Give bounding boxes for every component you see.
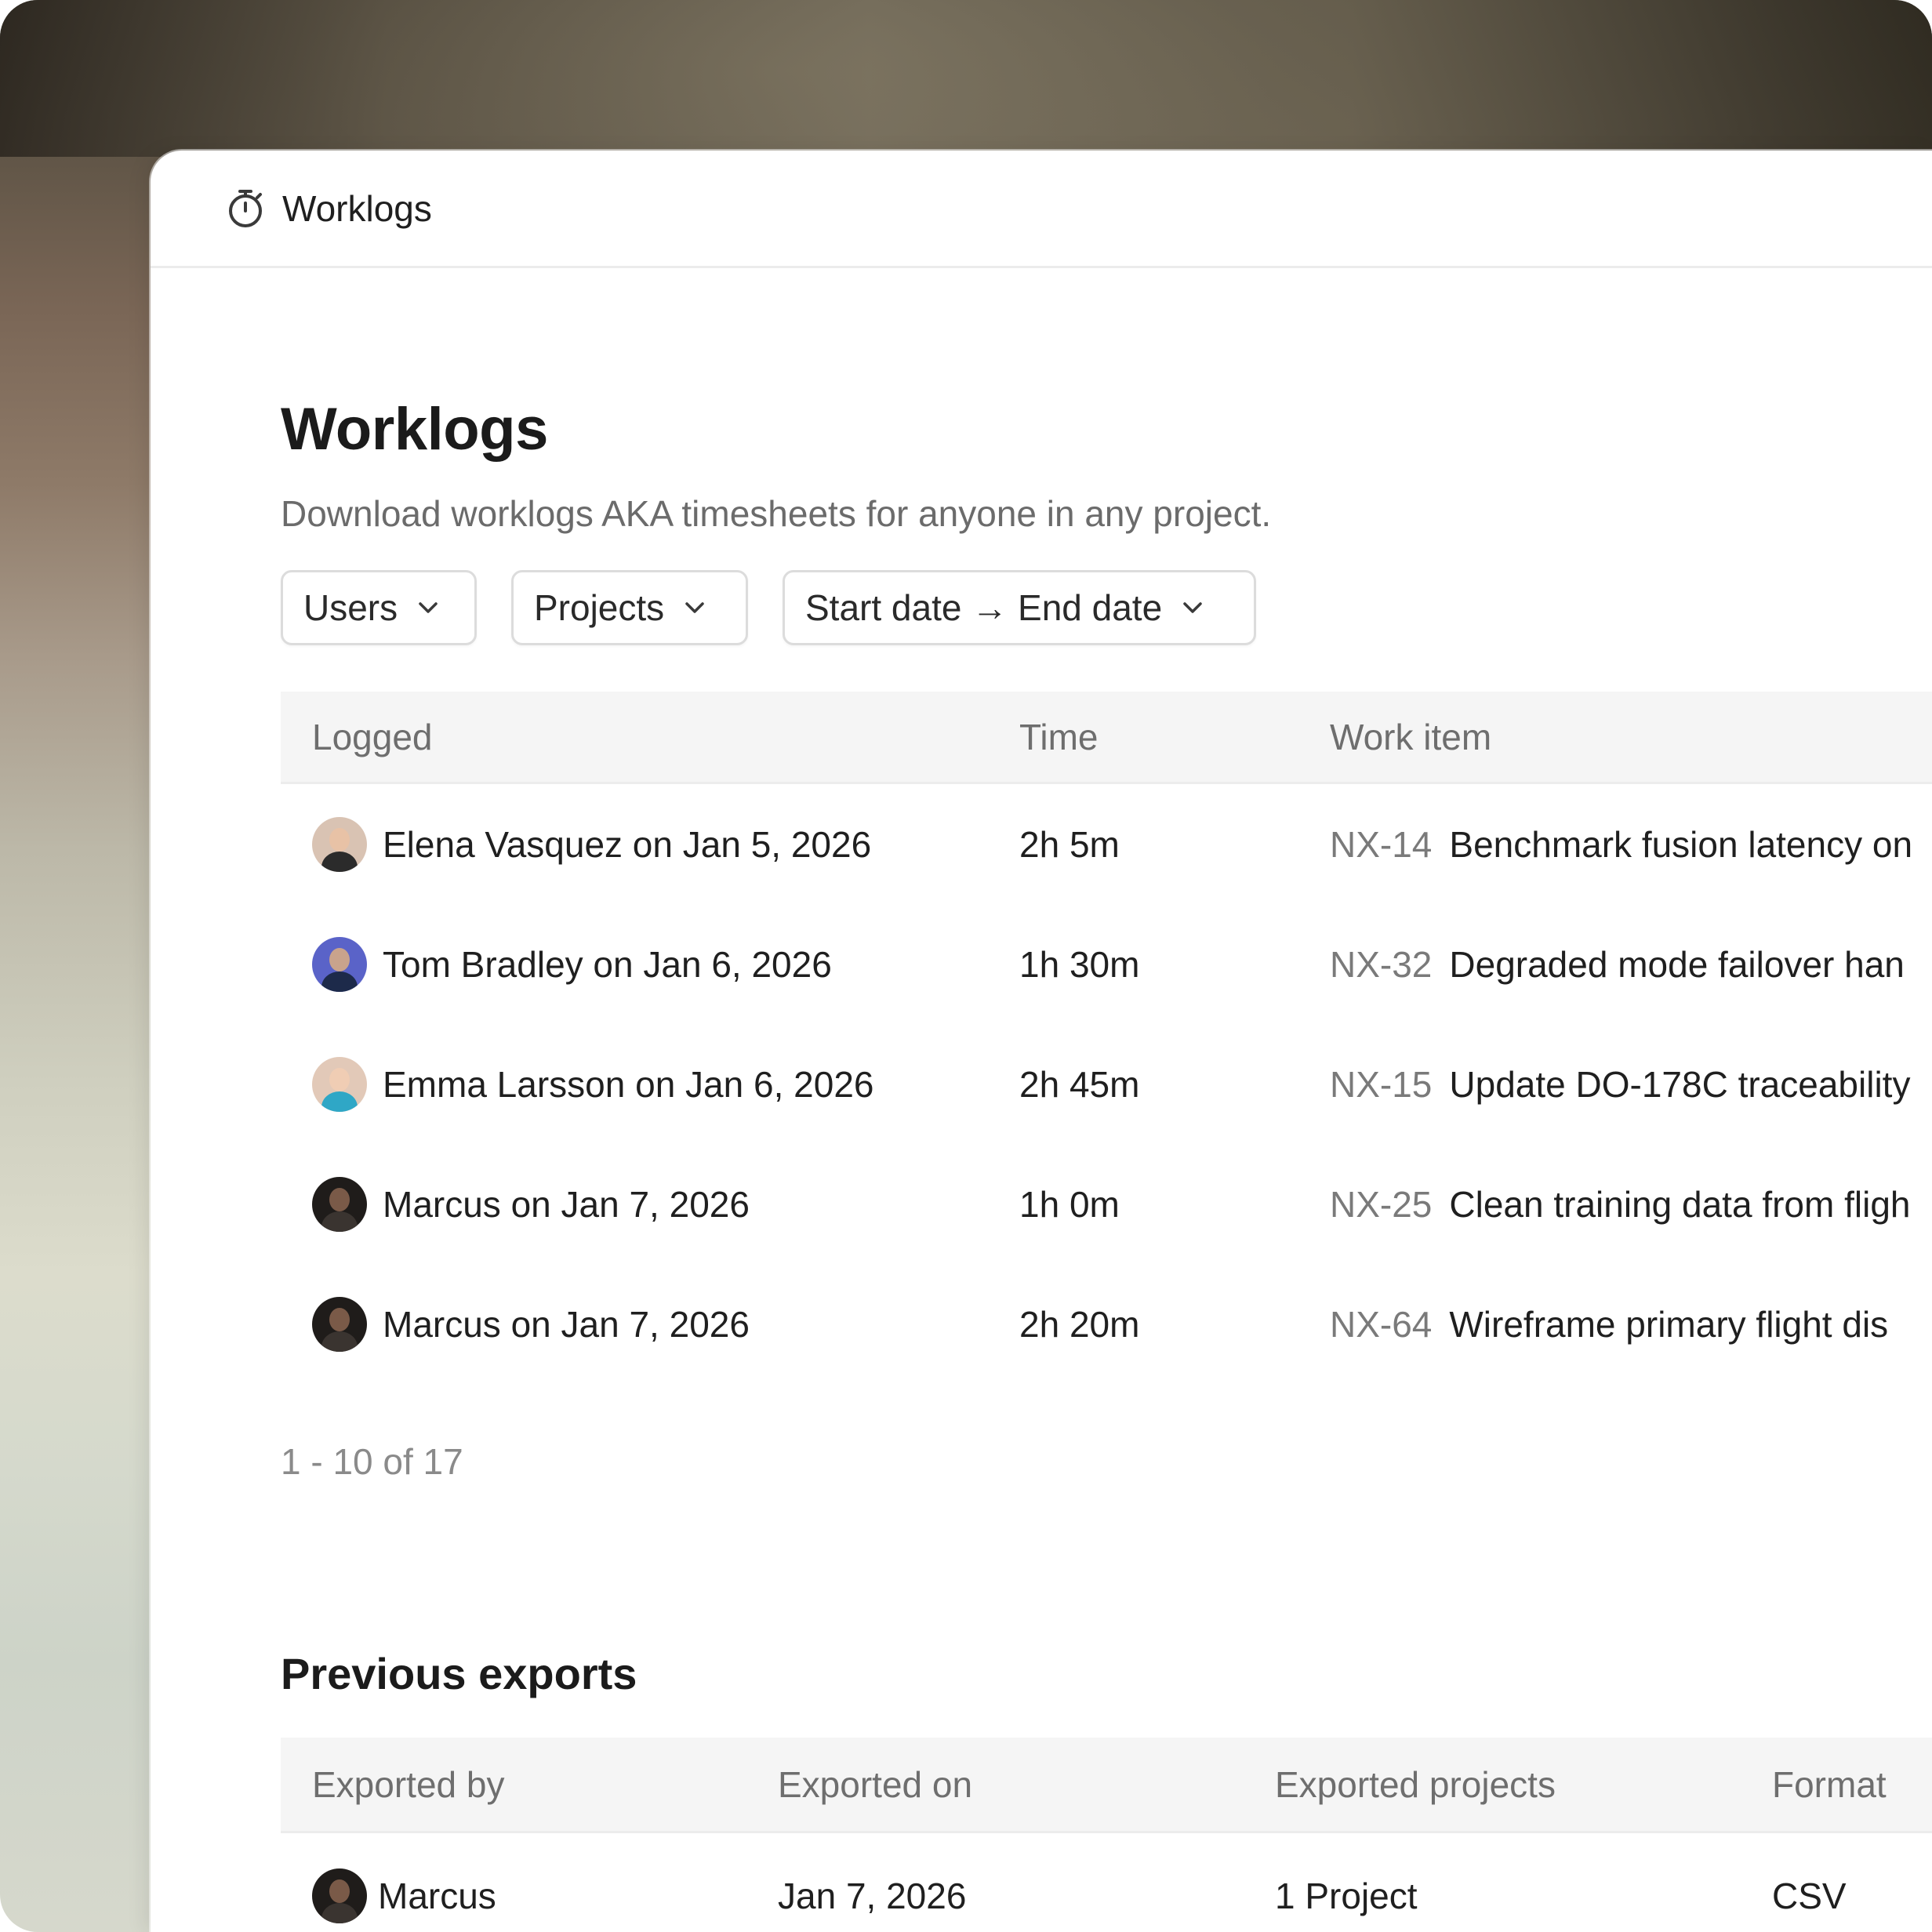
logged-text: Marcus on Jan 7, 2026 <box>383 1303 750 1345</box>
worklogs-table: Logged Time Work item Elena Vasquez on J… <box>281 692 1932 1384</box>
table-row[interactable]: Marcus on Jan 7, 2026 2h 20m NX-64 Wiref… <box>281 1264 1932 1384</box>
chevron-down-icon <box>1179 594 1206 621</box>
work-item-cell[interactable]: NX-14 Benchmark fusion latency on <box>1330 823 1912 866</box>
table-row[interactable]: Emma Larsson on Jan 6, 2026 2h 45m NX-15… <box>281 1024 1932 1144</box>
users-filter-label: Users <box>303 587 398 628</box>
avatar <box>312 1176 367 1232</box>
filter-bar: Users Projects Start date → End date <box>281 570 1256 645</box>
column-header-time[interactable]: Time <box>1019 716 1099 758</box>
stopwatch-icon <box>226 188 265 229</box>
logged-text: Tom Bradley on Jan 6, 2026 <box>383 943 832 985</box>
work-item-key[interactable]: NX-32 <box>1330 943 1432 986</box>
exported-by-name: Marcus <box>378 1876 496 1916</box>
work-item-key[interactable]: NX-14 <box>1330 823 1432 866</box>
avatar <box>312 1296 367 1352</box>
column-header-format[interactable]: Format <box>1772 1763 1887 1806</box>
chevron-down-icon <box>681 594 708 621</box>
time-cell: 1h 30m <box>1019 943 1140 985</box>
work-item-key[interactable]: NX-64 <box>1330 1303 1432 1346</box>
column-header-work-item[interactable]: Work item <box>1330 716 1491 758</box>
app-window: Worklogs Worklogs Download worklogs AKA … <box>151 151 1932 1932</box>
work-item-summary[interactable]: Clean training data from fligh <box>1449 1183 1910 1226</box>
logged-cell: Tom Bradley on Jan 6, 2026 <box>312 936 832 992</box>
avatar <box>312 1868 367 1923</box>
work-item-summary[interactable]: Degraded mode failover han <box>1449 943 1904 986</box>
work-item-key[interactable]: NX-25 <box>1330 1183 1432 1226</box>
title-bar: Worklogs <box>151 151 1932 268</box>
avatar <box>312 816 367 872</box>
date-range-filter-button[interactable]: Start date → End date <box>783 570 1256 645</box>
exported-on-cell: Jan 7, 2026 <box>778 1876 967 1916</box>
logged-text: Marcus on Jan 7, 2026 <box>383 1183 750 1225</box>
work-item-key[interactable]: NX-15 <box>1330 1063 1432 1106</box>
column-header-exported-on[interactable]: Exported on <box>778 1763 972 1806</box>
chevron-down-icon <box>415 594 441 621</box>
projects-filter-label: Projects <box>534 587 665 628</box>
page-title: Worklogs <box>281 396 548 463</box>
time-cell: 1h 0m <box>1019 1183 1120 1225</box>
column-header-exported-by[interactable]: Exported by <box>312 1763 504 1806</box>
avatar <box>312 1056 367 1112</box>
work-item-cell[interactable]: NX-64 Wireframe primary flight dis <box>1330 1303 1888 1346</box>
time-cell: 2h 5m <box>1019 823 1120 865</box>
date-range-label: Start date → End date <box>805 587 1163 628</box>
work-item-cell[interactable]: NX-15 Update DO-178C traceability <box>1330 1063 1910 1106</box>
users-filter-button[interactable]: Users <box>281 570 477 645</box>
avatar <box>312 936 367 992</box>
logged-text: Elena Vasquez on Jan 5, 2026 <box>383 823 872 865</box>
logged-cell: Marcus on Jan 7, 2026 <box>312 1176 750 1232</box>
exported-by-cell: Marcus <box>312 1868 496 1923</box>
format-cell: CSV <box>1772 1876 1847 1916</box>
exports-table: Exported by Exported on Exported project… <box>281 1738 1932 1932</box>
logged-cell: Emma Larsson on Jan 6, 2026 <box>312 1056 874 1112</box>
page-subtitle: Download worklogs AKA timesheets for any… <box>281 493 1272 534</box>
work-item-cell[interactable]: NX-32 Degraded mode failover han <box>1330 943 1905 986</box>
worklogs-table-header: Logged Time Work item <box>281 692 1932 784</box>
table-row[interactable]: Tom Bradley on Jan 6, 2026 1h 30m NX-32 … <box>281 904 1932 1024</box>
exports-table-header: Exported by Exported on Exported project… <box>281 1738 1932 1833</box>
column-header-exported-projects[interactable]: Exported projects <box>1275 1763 1556 1806</box>
work-item-cell[interactable]: NX-25 Clean training data from fligh <box>1330 1183 1911 1226</box>
pagination-label: 1 - 10 of 17 <box>281 1441 463 1482</box>
work-item-summary[interactable]: Update DO-178C traceability <box>1449 1063 1910 1106</box>
background-blur <box>0 0 1932 157</box>
table-row[interactable]: Marcus Jan 7, 2026 1 Project CSV <box>281 1833 1932 1932</box>
logged-cell: Marcus on Jan 7, 2026 <box>312 1296 750 1352</box>
logged-cell: Elena Vasquez on Jan 5, 2026 <box>312 816 872 872</box>
work-item-summary[interactable]: Wireframe primary flight dis <box>1449 1303 1888 1346</box>
table-row[interactable]: Marcus on Jan 7, 2026 1h 0m NX-25 Clean … <box>281 1144 1932 1264</box>
work-item-summary[interactable]: Benchmark fusion latency on <box>1449 823 1912 866</box>
exported-projects-cell: 1 Project <box>1275 1876 1418 1916</box>
table-row[interactable]: Elena Vasquez on Jan 5, 2026 2h 5m NX-14… <box>281 784 1932 904</box>
projects-filter-button[interactable]: Projects <box>511 570 748 645</box>
previous-exports-title: Previous exports <box>281 1649 637 1698</box>
window-title: Worklogs <box>282 187 432 229</box>
time-cell: 2h 20m <box>1019 1303 1140 1345</box>
logged-text: Emma Larsson on Jan 6, 2026 <box>383 1063 874 1105</box>
column-header-logged[interactable]: Logged <box>312 716 433 758</box>
time-cell: 2h 45m <box>1019 1063 1140 1105</box>
